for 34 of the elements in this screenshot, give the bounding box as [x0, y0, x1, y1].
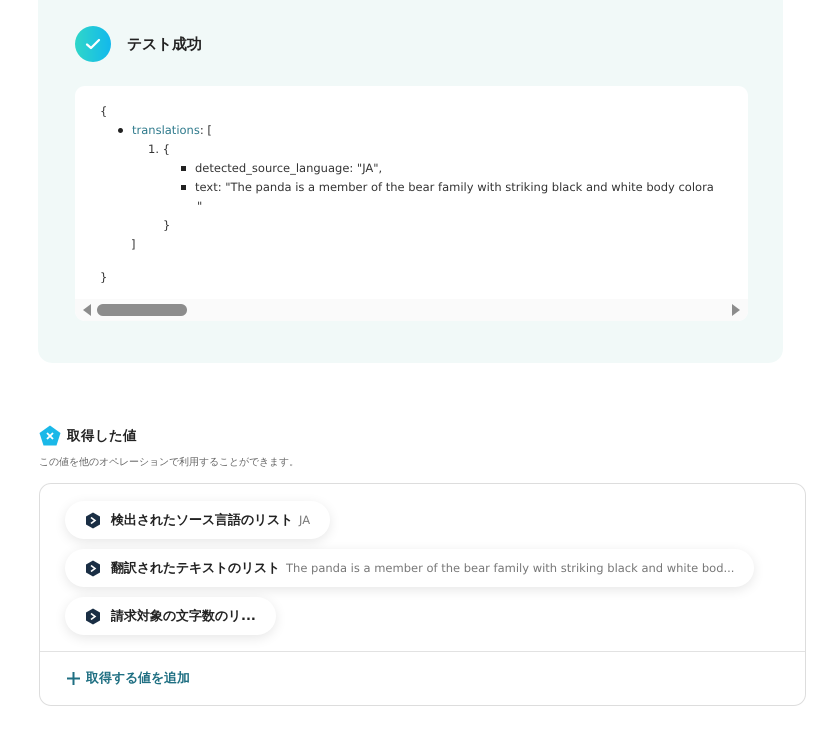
bullet-icon	[118, 128, 123, 133]
section-title: 取得した値	[67, 426, 137, 444]
bullet-icon	[181, 185, 186, 190]
chip-label: 請求対象の文字数のリ...	[111, 608, 256, 625]
hexagon-logo-icon	[85, 608, 101, 624]
bullet-icon	[181, 166, 186, 171]
add-value-button[interactable]: 取得する値を追加	[67, 669, 190, 687]
chip-label: 翻訳されたテキストのリスト	[111, 560, 280, 577]
code-text: ]	[131, 236, 136, 253]
scrollbar-thumb[interactable]	[97, 304, 187, 316]
chip-value: JA	[299, 513, 310, 527]
code-text: }	[163, 217, 170, 234]
code-text: }	[100, 269, 108, 286]
code-text: {	[100, 103, 108, 120]
code-text: "	[197, 198, 202, 215]
value-chip[interactable]: 翻訳されたテキストのリスト The panda is a member of the bear family with striking black and white bod...	[65, 549, 754, 587]
chip-label: 検出されたソース言語のリスト	[111, 512, 293, 529]
code-text: text: "The panda is a member of the bear family with striking black and white body colora	[195, 179, 714, 196]
code-text: 1. {	[148, 141, 170, 158]
chip-value: The panda is a member of the bear family with striking black and white bod...	[286, 561, 734, 575]
hexagon-logo-icon	[85, 512, 101, 528]
code-text: translations: [	[132, 122, 212, 139]
code-text: detected_source_language: "JA",	[195, 160, 382, 177]
scroll-right-icon[interactable]	[732, 304, 740, 316]
success-check-icon	[75, 26, 111, 62]
value-chip[interactable]: 請求対象の文字数のリ...	[65, 597, 276, 635]
value-chip[interactable]: 検出されたソース言語のリスト JA	[65, 501, 330, 539]
hexagon-logo-icon	[85, 560, 101, 576]
plus-icon	[67, 672, 80, 684]
pentagon-x-icon	[39, 425, 61, 446]
scroll-left-icon[interactable]	[83, 304, 91, 316]
section-description: この値を他のオペレーションで利用することができます。	[39, 456, 300, 469]
horizontal-scrollbar[interactable]	[75, 299, 748, 321]
test-result-title: テスト成功	[127, 34, 202, 54]
